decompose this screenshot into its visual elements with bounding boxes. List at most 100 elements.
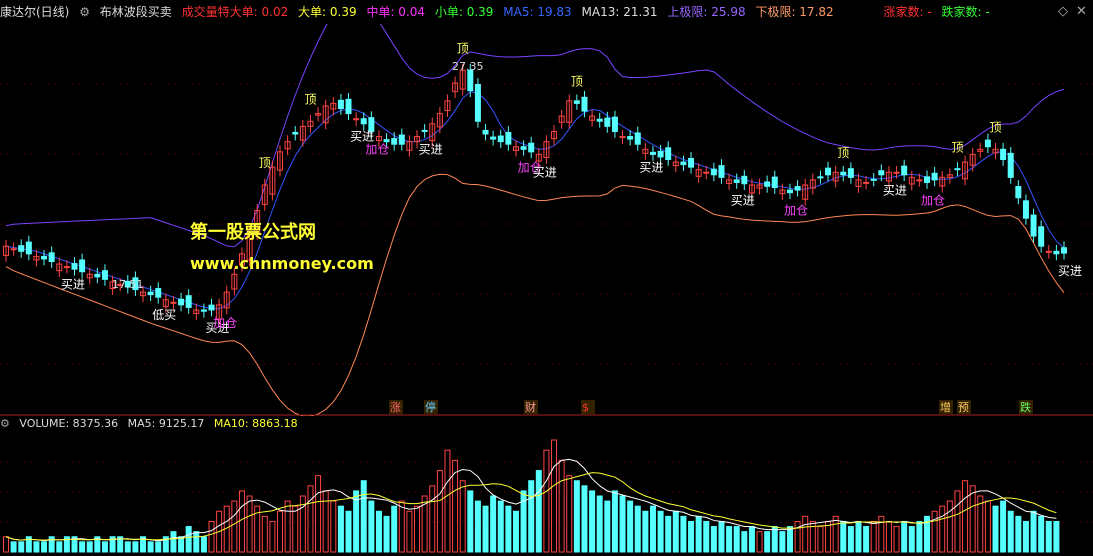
volume-bar bbox=[748, 526, 755, 553]
upper-limit-value: 上极限: 25.98 bbox=[667, 5, 746, 19]
event-marker: 跌 bbox=[1020, 400, 1031, 414]
volume-bar bbox=[680, 515, 687, 553]
candle-body bbox=[634, 132, 641, 145]
candle-body bbox=[94, 273, 101, 278]
volume-bar bbox=[786, 526, 793, 553]
candlesticks bbox=[3, 63, 1067, 326]
candle-body bbox=[178, 298, 185, 306]
signal-label: 加仓 bbox=[921, 193, 945, 207]
candle-body bbox=[718, 165, 725, 178]
price-chart[interactable]: 买进低买买进加仓顶顶买进加仓 买进顶加仓买进顶买进买进加仓顶买进加仓顶顶买进 27… bbox=[0, 24, 1093, 416]
lower-band-line bbox=[5, 173, 1065, 416]
close-icon[interactable]: ✕ bbox=[1076, 0, 1087, 24]
volume-bar bbox=[41, 541, 48, 553]
volume-bar bbox=[474, 500, 481, 553]
candle-body bbox=[63, 266, 70, 269]
volume-bar bbox=[1038, 515, 1045, 553]
volume-bar bbox=[954, 490, 961, 553]
event-marker: 涨 bbox=[390, 401, 401, 414]
volume-bar bbox=[1007, 510, 1014, 553]
candle-body bbox=[817, 176, 824, 179]
candle-body bbox=[337, 99, 344, 109]
candle-body bbox=[520, 146, 527, 150]
volume-bar bbox=[56, 541, 63, 553]
watermark-title: 第一股票公式网 bbox=[190, 222, 316, 243]
volume-bar bbox=[383, 515, 390, 553]
volume-bar bbox=[566, 475, 573, 553]
volume-bar bbox=[375, 510, 382, 553]
volume-bar bbox=[436, 470, 443, 553]
volume-bar bbox=[596, 495, 603, 553]
signal-label: 顶 bbox=[571, 74, 583, 88]
volume-bar bbox=[200, 536, 207, 553]
down-count-value: 跌家数: - bbox=[941, 5, 990, 19]
volume-bar bbox=[604, 500, 611, 553]
volume-bar bbox=[330, 500, 337, 553]
volume-bar bbox=[86, 541, 93, 553]
watermark-url: www.chnmoney.com bbox=[190, 254, 374, 273]
volume-bar bbox=[1030, 510, 1037, 553]
volume-bar bbox=[627, 500, 634, 553]
candle-body bbox=[710, 168, 717, 176]
volume-bar bbox=[840, 520, 847, 553]
volume-bar bbox=[573, 480, 580, 553]
event-marker: 预 bbox=[958, 401, 969, 414]
volume-bar bbox=[444, 449, 451, 553]
candle-body bbox=[878, 170, 885, 176]
candle-body bbox=[1015, 186, 1022, 199]
volume-bar bbox=[893, 526, 900, 553]
candle-body bbox=[1000, 148, 1007, 161]
volume-bar bbox=[672, 510, 679, 553]
candle-body bbox=[467, 69, 474, 92]
volume-bar bbox=[360, 480, 367, 553]
candle-body bbox=[649, 151, 656, 155]
volume-chart[interactable] bbox=[0, 432, 1093, 556]
volume-bar bbox=[794, 520, 801, 553]
volume-bar bbox=[101, 541, 108, 553]
formula-name[interactable]: 布林波段买卖 bbox=[100, 5, 172, 19]
volume-settings-icon[interactable]: ⚙ bbox=[0, 417, 10, 430]
volume-bar bbox=[231, 500, 238, 553]
volume-bar bbox=[368, 500, 375, 553]
volume-bar bbox=[467, 490, 474, 553]
signal-label: 买进 bbox=[419, 142, 443, 156]
volume-bar bbox=[885, 520, 892, 553]
signal-label: 顶 bbox=[304, 92, 316, 106]
volume-bar bbox=[962, 480, 969, 553]
candle-body bbox=[1022, 200, 1029, 219]
bollinger-bands bbox=[5, 24, 1065, 416]
volume-bar bbox=[277, 510, 284, 553]
candle-body bbox=[497, 135, 504, 143]
volume-bar bbox=[406, 510, 413, 553]
stock-title[interactable]: 康达尔(日线) bbox=[0, 5, 69, 19]
event-marker: 增 bbox=[940, 400, 951, 414]
candle-body bbox=[383, 139, 390, 143]
settings-icon[interactable]: ⚙ bbox=[79, 5, 90, 19]
volume-bar bbox=[916, 520, 923, 553]
volume-bar bbox=[695, 515, 702, 553]
candle-body bbox=[680, 161, 687, 166]
candle-body bbox=[505, 131, 512, 145]
candle-body bbox=[688, 157, 695, 168]
volume-bar bbox=[855, 520, 862, 553]
signal-labels: 买进低买买进加仓顶顶买进加仓 买进顶加仓买进顶买进买进加仓顶买进加仓顶顶买进 bbox=[61, 41, 1082, 335]
ma5-value: MA5: 19.83 bbox=[503, 5, 572, 19]
volume-bar bbox=[269, 520, 276, 553]
candle-body bbox=[665, 147, 672, 160]
volume-bar bbox=[688, 520, 695, 553]
up-count-value: 涨家数: - bbox=[883, 5, 932, 19]
event-marker: 停 bbox=[425, 400, 436, 414]
candle-body bbox=[847, 168, 854, 178]
volume-bar bbox=[901, 520, 908, 553]
ma13-value: MA13: 21.31 bbox=[581, 5, 658, 19]
volume-header: ⚙ VOLUME: 8375.36 MA5: 9125.17 MA10: 886… bbox=[0, 416, 1093, 432]
low-price-label: 17.51 bbox=[112, 278, 144, 291]
candle-body bbox=[18, 245, 25, 252]
volume-bar bbox=[414, 505, 421, 553]
signal-label: 加仓 bbox=[365, 142, 389, 156]
volume-bar bbox=[170, 531, 177, 553]
candle-body bbox=[398, 134, 405, 145]
volume-bar bbox=[817, 526, 824, 553]
diamond-icon[interactable]: ◇ bbox=[1058, 0, 1068, 24]
candle-body bbox=[741, 175, 748, 185]
